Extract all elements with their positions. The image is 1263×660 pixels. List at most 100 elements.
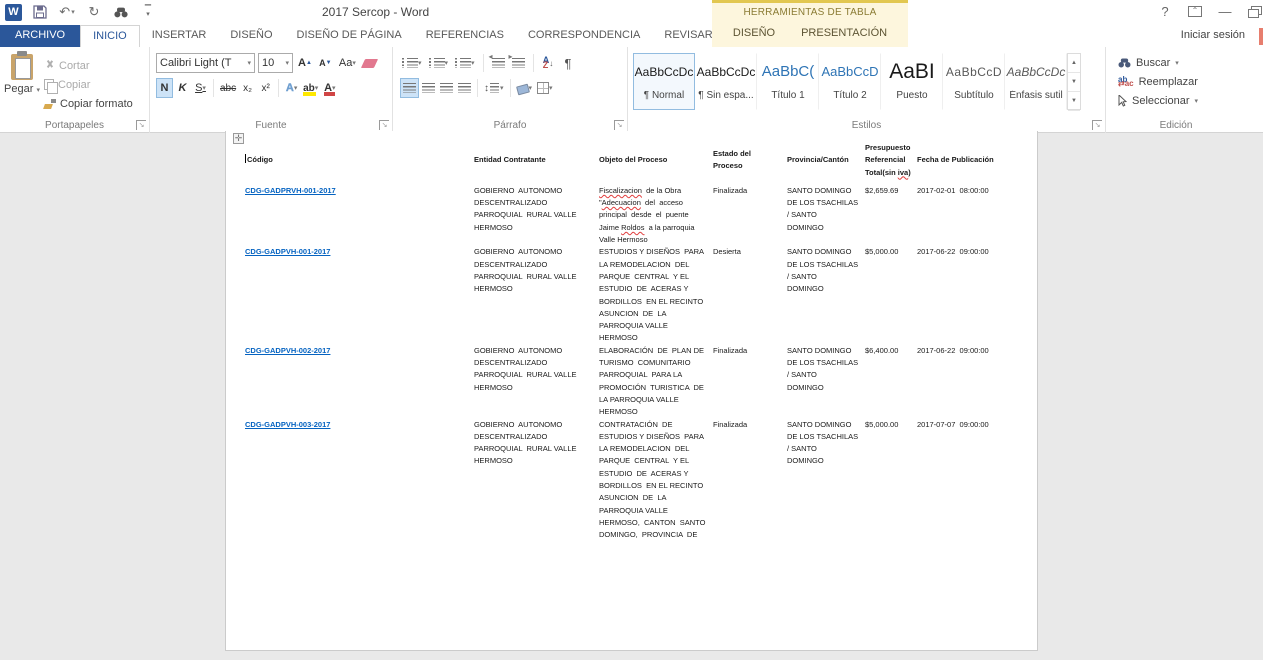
process-code-link[interactable]: CDG-GADPVH-003-2017	[245, 420, 330, 429]
tab-inicio[interactable]: INICIO	[80, 25, 140, 47]
clipboard-dialog-launcher[interactable]: ↘	[136, 120, 146, 130]
save-button[interactable]	[31, 3, 49, 21]
style-name: Puesto	[882, 90, 942, 101]
line-spacing-button[interactable]: ↕▾	[482, 78, 506, 98]
align-center-button[interactable]	[420, 78, 437, 98]
contextual-tab-diseño[interactable]: DISEÑO	[720, 25, 788, 41]
paragraph-dialog-launcher[interactable]: ↘	[614, 120, 624, 130]
cell-presupuesto: $2,659.69	[865, 185, 917, 246]
cell-codigo: CDG-GADPVH-001-2017	[245, 246, 474, 344]
customize-qat-button[interactable]: ▔▾	[139, 3, 157, 21]
table-body: CDG-GADPRVH-001-2017GOBIERNO AUTONOMO DE…	[245, 185, 1035, 542]
styles-dialog-launcher[interactable]: ↘	[1092, 120, 1102, 130]
process-code-link[interactable]: CDG-GADPVH-001-2017	[245, 247, 330, 256]
find-button[interactable]: Buscar ▾	[1118, 53, 1246, 72]
bold-button[interactable]: N	[156, 78, 173, 98]
font-group-label: Fuente	[150, 120, 392, 131]
font-color-button[interactable]: A ▾	[321, 78, 338, 98]
increase-indent-button[interactable]	[510, 53, 527, 73]
style-título-1[interactable]: AaBbC(Título 1	[757, 53, 819, 110]
tab-correspondencia[interactable]: CORRESPONDENCIA	[516, 25, 652, 47]
highlight-color-button[interactable]: ab ▾	[301, 78, 320, 98]
align-right-icon	[440, 83, 453, 93]
style-énfasis-sutil[interactable]: AaBbCcDcÉnfasis sutil	[1005, 53, 1067, 110]
tab-diseño-de-página[interactable]: DISEÑO DE PÁGINA	[285, 25, 414, 47]
multilevel-list-icon	[455, 58, 471, 68]
bullets-button[interactable]: ▾	[400, 53, 424, 73]
undo-button[interactable]: ↶▾	[58, 3, 76, 21]
scissors-icon	[44, 60, 55, 71]
font-group: Calibri Light (T▾ 10▾ A▲ A▼ Aa ▾ N K S ▾…	[150, 47, 393, 133]
sign-in-link[interactable]: Iniciar sesión	[1181, 29, 1245, 41]
style-name: Énfasis sutil	[1006, 90, 1066, 101]
clear-formatting-button[interactable]	[361, 53, 378, 73]
minimize-button[interactable]: —	[1218, 4, 1232, 19]
style-normal[interactable]: AaBbCcDc¶ Normal	[633, 53, 695, 110]
highlight-icon: ab	[303, 83, 315, 94]
help-button[interactable]: ?	[1158, 4, 1172, 19]
document-page[interactable]: ✛ CódigoEntidad ContratanteObjeto del Pr…	[225, 131, 1038, 651]
table-row: CDG-GADPVH-003-2017GOBIERNO AUTONOMO DES…	[245, 419, 1035, 542]
cell-presupuesto: $6,400.00	[865, 345, 917, 419]
copy-button[interactable]: Copiar	[44, 75, 133, 94]
find-button-qat[interactable]	[112, 3, 130, 21]
table-tools-contextual-header: HERRAMIENTAS DE TABLA DISEÑOPRESENTACIÓN	[712, 0, 908, 47]
word-logo-icon: W	[5, 4, 22, 21]
font-dialog-launcher[interactable]: ↘	[379, 120, 389, 130]
style-sin-espa[interactable]: AaBbCcDc¶ Sin espa...	[695, 53, 757, 110]
shading-button[interactable]: ▾	[515, 78, 535, 98]
italic-button[interactable]: K	[174, 78, 191, 98]
shrink-font-button[interactable]: A▼	[317, 53, 334, 73]
tab-diseño[interactable]: DISEÑO	[218, 25, 284, 47]
ribbon-display-options-button[interactable]: ⌃	[1188, 6, 1202, 17]
tab-insertar[interactable]: INSERTAR	[140, 25, 219, 47]
style-puesto[interactable]: AaBIPuesto	[881, 53, 943, 110]
format-painter-icon	[44, 99, 56, 109]
show-marks-button[interactable]: ¶	[560, 53, 577, 73]
numbering-icon	[429, 58, 445, 68]
subscript-button[interactable]: x₂	[239, 78, 256, 98]
strikethrough-button[interactable]: abc	[218, 78, 238, 98]
multilevel-list-button[interactable]: ▾	[453, 53, 477, 73]
format-painter-button[interactable]: Copiar formato	[44, 94, 133, 113]
process-code-link[interactable]: CDG-GADPRVH-001-2017	[245, 186, 336, 195]
cell-provincia: SANTO DOMINGO DE LOS TSACHILAS / SANTO D…	[787, 419, 865, 542]
ribbon-tabs: INICIOINSERTARDISEÑODISEÑO DE PÁGINAREFE…	[80, 25, 780, 47]
decrease-indent-button[interactable]	[490, 53, 507, 73]
styles-gallery-scrollbar[interactable]: ▲▼▼	[1067, 53, 1081, 110]
text-effects-button[interactable]: A ▾	[283, 78, 300, 98]
select-button[interactable]: Seleccionar ▾	[1118, 91, 1246, 110]
numbering-button[interactable]: ▾	[427, 53, 451, 73]
cell-provincia: SANTO DOMINGO DE LOS TSACHILAS / SANTO D…	[787, 345, 865, 419]
justify-button[interactable]	[456, 78, 473, 98]
restore-button[interactable]	[1248, 6, 1261, 17]
column-header: Presupuesto Referencial Total(sin iva)	[865, 142, 917, 185]
borders-button[interactable]: ▾	[535, 78, 555, 98]
replace-button[interactable]: ab⇄ac Reemplazar	[1118, 72, 1246, 91]
tab-referencias[interactable]: REFERENCIAS	[414, 25, 516, 47]
tab-archivo[interactable]: ARCHIVO	[0, 25, 80, 47]
justify-icon	[458, 83, 471, 93]
superscript-button[interactable]: x²	[257, 78, 274, 98]
style-subtítulo[interactable]: AaBbCcDSubtítulo	[943, 53, 1005, 110]
clipboard-group-label: Portapapeles	[0, 120, 149, 131]
replace-icon: ab⇄ac	[1118, 78, 1134, 86]
change-case-button[interactable]: Aa ▾	[337, 53, 358, 73]
process-code-link[interactable]: CDG-GADPVH-002-2017	[245, 346, 330, 355]
table-header-row: CódigoEntidad ContratanteObjeto del Proc…	[245, 142, 1035, 185]
style-name: Título 1	[758, 90, 818, 101]
underline-button[interactable]: S ▾	[192, 78, 209, 98]
cut-button[interactable]: Cortar	[44, 56, 133, 75]
font-size-combo[interactable]: 10▾	[258, 53, 293, 73]
bullets-icon	[402, 58, 418, 68]
style-preview: AaBbCcDc	[634, 60, 694, 86]
table-move-handle[interactable]: ✛	[233, 133, 244, 144]
sort-button[interactable]: AZ↓	[540, 53, 557, 73]
align-left-button[interactable]	[400, 78, 419, 98]
contextual-tab-presentación[interactable]: PRESENTACIÓN	[788, 25, 900, 41]
redo-button[interactable]: ↻	[85, 3, 103, 21]
font-name-combo[interactable]: Calibri Light (T▾	[156, 53, 255, 73]
style-título-2[interactable]: AaBbCcDTítulo 2	[819, 53, 881, 110]
grow-font-button[interactable]: A▲	[296, 53, 314, 73]
align-right-button[interactable]	[438, 78, 455, 98]
